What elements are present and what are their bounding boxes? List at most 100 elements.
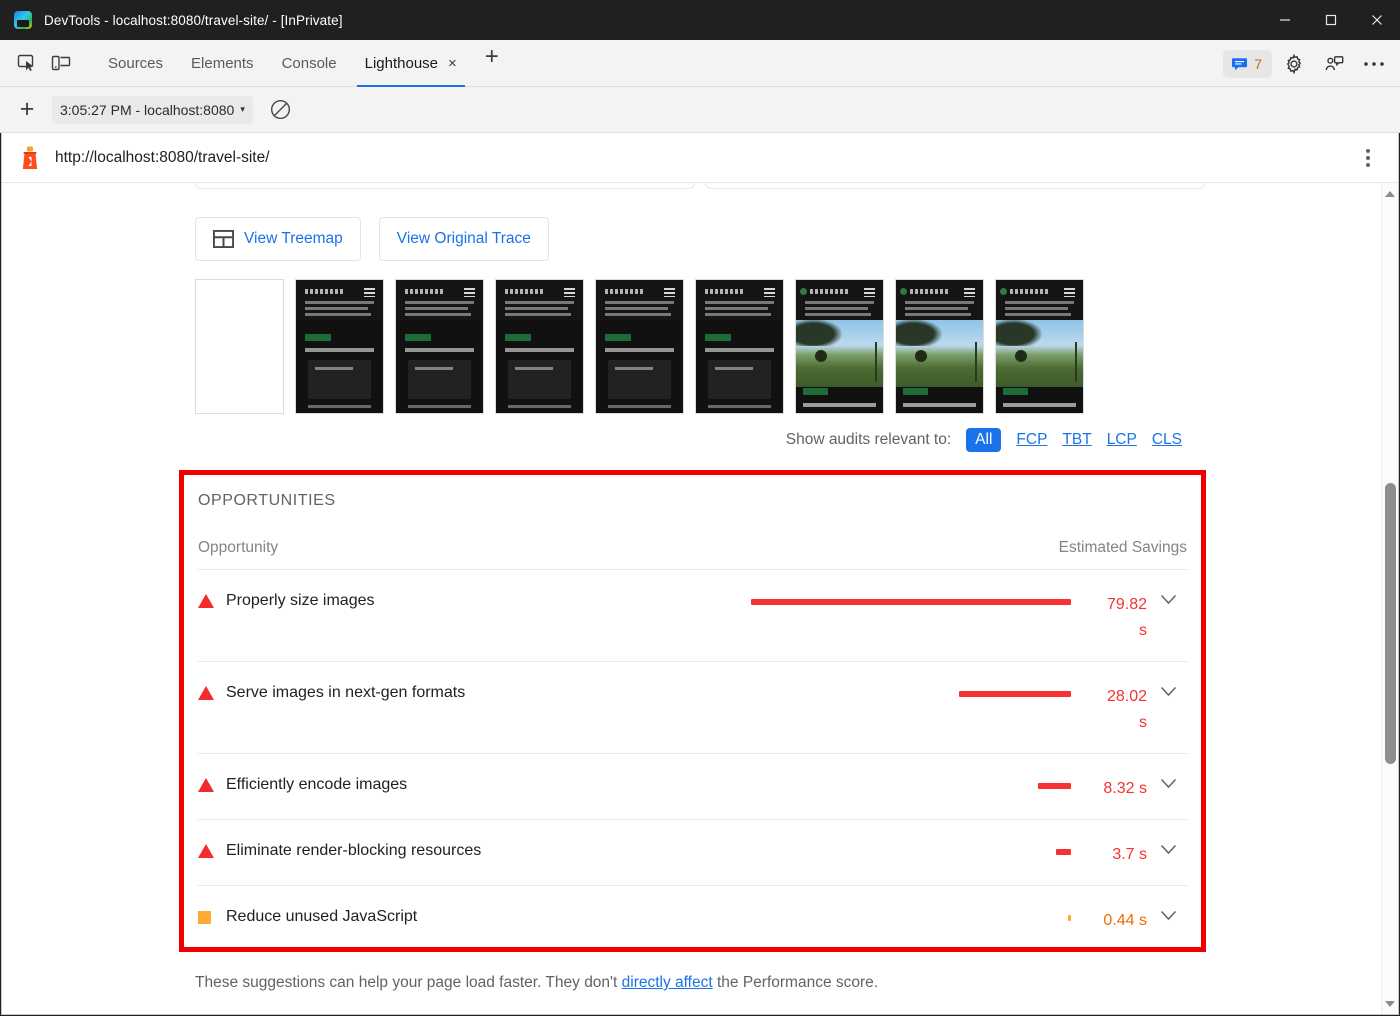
- filmstrip-frame[interactable]: [695, 279, 784, 414]
- chevron-down-icon[interactable]: [1149, 886, 1187, 921]
- savings-bar: [741, 820, 1071, 855]
- filmstrip-frame[interactable]: [495, 279, 584, 414]
- lighthouse-run-bar: + 3:05:27 PM - localhost:8080 ▾: [0, 87, 1400, 133]
- more-vertical-icon[interactable]: [1356, 133, 1380, 183]
- filmstrip-frame[interactable]: [595, 279, 684, 414]
- view-original-trace-button[interactable]: View Original Trace: [378, 217, 549, 261]
- scroll-down-arrow-icon[interactable]: [1382, 995, 1398, 1012]
- opportunity-name: Eliminate render-blocking resources: [226, 842, 482, 859]
- more-horizontal-icon[interactable]: [1356, 48, 1392, 80]
- edge-devtools-icon: [14, 11, 32, 29]
- savings-value: 0.44 s: [1103, 912, 1147, 929]
- error-triangle-icon: [198, 820, 226, 858]
- table-row[interactable]: Eliminate render-blocking resources 3.7 …: [197, 820, 1188, 886]
- minimize-icon[interactable]: [1262, 0, 1308, 40]
- error-triangle-icon: [198, 570, 226, 608]
- tab-label: Elements: [191, 54, 254, 72]
- filmstrip-frame[interactable]: [895, 279, 984, 414]
- add-tab-button[interactable]: +: [475, 40, 509, 74]
- savings-value: 3.7 s: [1112, 846, 1147, 863]
- messages-button[interactable]: 7: [1223, 49, 1272, 78]
- opportunity-name: Properly size images: [226, 592, 375, 609]
- view-original-trace-label: View Original Trace: [396, 230, 531, 247]
- chevron-down-icon[interactable]: [1149, 662, 1187, 697]
- opportunities-title: OPPORTUNITIES: [198, 492, 336, 509]
- feedback-person-icon[interactable]: [1316, 48, 1352, 80]
- table-row[interactable]: Efficiently encode images 8.32 s: [197, 754, 1188, 820]
- opportunities-footnote: These suggestions can help your page loa…: [195, 974, 1382, 992]
- column-header-opportunity: Opportunity: [198, 539, 279, 556]
- report-scroll-area: View Treemap View Original Trace Show au…: [2, 183, 1398, 1014]
- savings-bar: [741, 662, 1071, 697]
- column-header-savings: Estimated Savings: [1058, 539, 1187, 556]
- filter-tbt[interactable]: TBT: [1062, 431, 1091, 449]
- run-selector-label: 3:05:27 PM - localhost:8080: [60, 101, 235, 118]
- savings-value: 28.02 s: [1071, 662, 1149, 736]
- footnote-text-after: the Performance score.: [712, 974, 879, 991]
- scroll-thumb[interactable]: [1385, 483, 1396, 764]
- table-row[interactable]: Properly size images 79.82 s: [197, 570, 1188, 662]
- close-icon[interactable]: [1354, 0, 1400, 40]
- tab-elements[interactable]: Elements: [177, 40, 268, 87]
- maximize-icon[interactable]: [1308, 0, 1354, 40]
- error-triangle-icon: [198, 662, 226, 700]
- close-tab-icon[interactable]: ×: [448, 56, 457, 71]
- devtools-tab-strip: Sources Elements Console Lighthouse × +: [0, 40, 1400, 87]
- report-url: http://localhost:8080/travel-site/: [55, 148, 270, 166]
- savings-bar: [741, 570, 1071, 605]
- table-row[interactable]: Reduce unused JavaScript 0.44 s: [197, 886, 1188, 952]
- filmstrip: [2, 261, 1382, 414]
- filter-fcp[interactable]: FCP: [1016, 431, 1047, 449]
- lighthouse-icon: [19, 145, 41, 171]
- filmstrip-frame[interactable]: [995, 279, 1084, 414]
- tab-lighthouse[interactable]: Lighthouse ×: [351, 40, 471, 87]
- devtools-window: DevTools - localhost:8080/travel-site/ -…: [0, 0, 1400, 1016]
- opportunities-table-header: Opportunity Estimated Savings: [197, 510, 1188, 570]
- tab-label: Sources: [108, 54, 164, 72]
- messages-count: 7: [1254, 55, 1262, 72]
- savings-value: 79.82 s: [1071, 570, 1149, 644]
- tab-list: Sources Elements Console Lighthouse × +: [94, 40, 509, 87]
- view-treemap-button[interactable]: View Treemap: [195, 217, 361, 261]
- opportunity-name: Efficiently encode images: [226, 776, 408, 793]
- audit-filter-row: Show audits relevant to: All FCP TBT LCP…: [2, 414, 1382, 452]
- filter-cls[interactable]: CLS: [1152, 431, 1182, 449]
- savings-unit: s: [1139, 622, 1147, 639]
- filmstrip-frame[interactable]: [795, 279, 884, 414]
- filmstrip-frame[interactable]: [395, 279, 484, 414]
- opportunities-section: OPPORTUNITIES Opportunity Estimated Savi…: [179, 470, 1206, 952]
- tab-console[interactable]: Console: [268, 40, 351, 87]
- clear-all-icon[interactable]: [269, 98, 292, 121]
- filter-lcp[interactable]: LCP: [1107, 431, 1137, 449]
- title-bar: DevTools - localhost:8080/travel-site/ -…: [0, 0, 1400, 40]
- message-bubble-icon: [1232, 58, 1248, 71]
- chevron-down-icon[interactable]: [1149, 570, 1187, 605]
- run-selector[interactable]: 3:05:27 PM - localhost:8080 ▾: [52, 95, 253, 124]
- savings-bar: [741, 886, 1071, 921]
- window-title: DevTools - localhost:8080/travel-site/ -…: [44, 12, 343, 28]
- chevron-down-icon[interactable]: [1149, 754, 1187, 789]
- scroll-up-arrow-icon[interactable]: [1382, 185, 1398, 202]
- inspect-element-icon[interactable]: [10, 48, 44, 78]
- directly-affect-link[interactable]: directly affect: [622, 974, 713, 991]
- device-toolbar-icon[interactable]: [44, 48, 78, 78]
- window-controls: [1262, 0, 1400, 40]
- audit-filter-label: Show audits relevant to:: [785, 431, 952, 448]
- lighthouse-panel: http://localhost:8080/travel-site/ View …: [1, 133, 1399, 1015]
- view-treemap-label: View Treemap: [244, 230, 343, 247]
- filter-all[interactable]: All: [966, 428, 1002, 452]
- filmstrip-frame[interactable]: [195, 279, 284, 414]
- report-action-buttons: View Treemap View Original Trace: [2, 205, 1382, 261]
- gear-icon[interactable]: [1276, 48, 1312, 80]
- tab-sources[interactable]: Sources: [94, 40, 177, 87]
- report-url-bar: http://localhost:8080/travel-site/: [2, 133, 1398, 183]
- tab-label: Lighthouse: [364, 54, 439, 72]
- new-report-button[interactable]: +: [10, 95, 44, 124]
- chevron-down-icon[interactable]: [1149, 820, 1187, 855]
- treemap-icon: [212, 229, 235, 249]
- table-row[interactable]: Serve images in next-gen formats 28.02 s: [197, 662, 1188, 754]
- savings-value: 8.32 s: [1103, 780, 1147, 797]
- vertical-scrollbar[interactable]: [1381, 183, 1398, 1014]
- filmstrip-frame[interactable]: [295, 279, 384, 414]
- savings-unit: s: [1139, 714, 1147, 731]
